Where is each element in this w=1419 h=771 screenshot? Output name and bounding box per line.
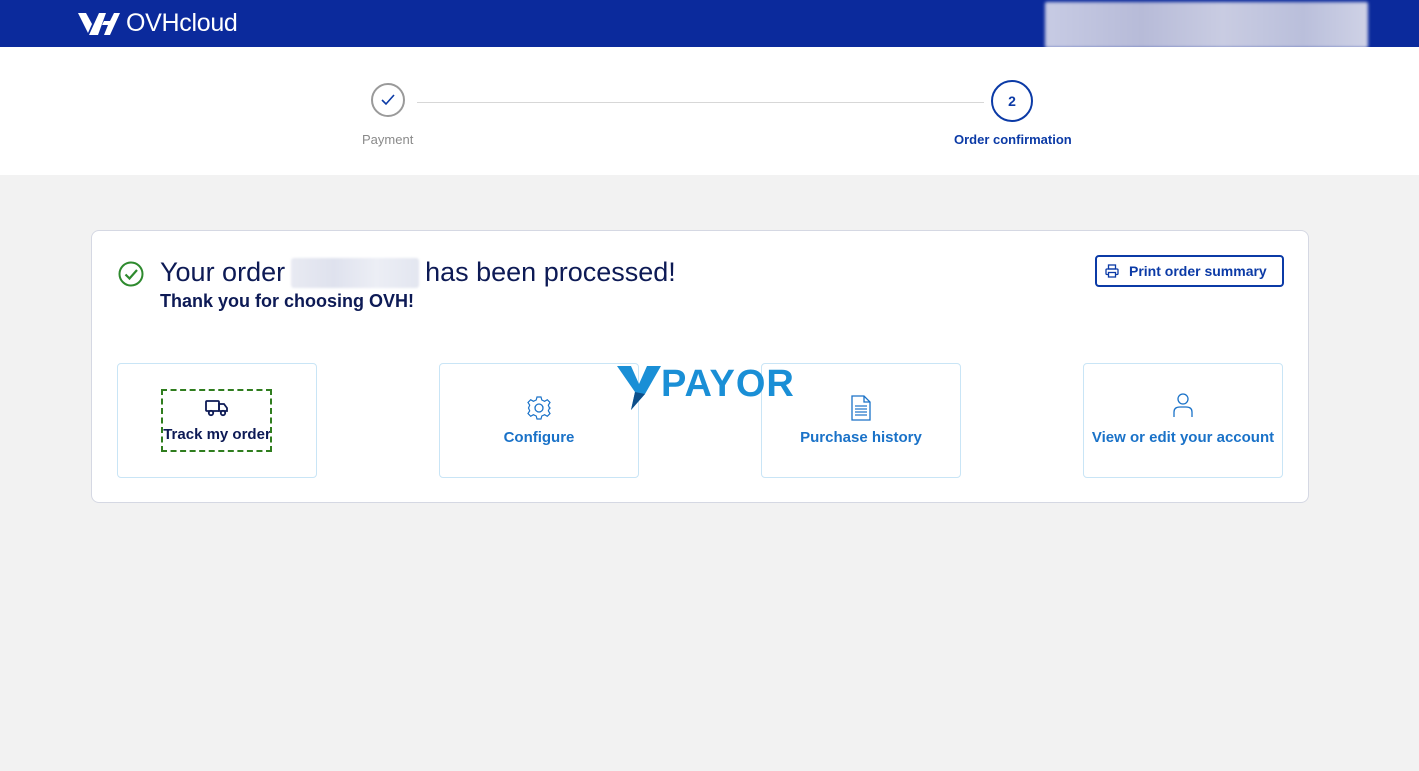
ovhcloud-logo[interactable]: OVHcloud bbox=[76, 9, 238, 38]
configure-label: Configure bbox=[503, 429, 575, 446]
view-edit-account-tile[interactable]: View or edit your account bbox=[1083, 363, 1283, 478]
title-suffix: has been processed! bbox=[425, 257, 676, 287]
focus-outline bbox=[161, 389, 272, 452]
step-confirmation-label: Order confirmation bbox=[954, 132, 1072, 147]
order-number-redacted bbox=[291, 257, 420, 288]
payor-watermark: PAYOR bbox=[617, 358, 795, 410]
user-icon bbox=[1173, 392, 1193, 417]
page-title: Your order has been processed! bbox=[160, 257, 676, 288]
brand-name: OVHcloud bbox=[126, 9, 238, 37]
order-stepper: Payment 2 Order confirmation bbox=[0, 47, 1419, 175]
track-order-tile[interactable]: Track my order bbox=[117, 363, 317, 478]
top-bar: OVHcloud bbox=[0, 0, 1419, 48]
watermark-text: PAYOR bbox=[661, 362, 795, 405]
printer-icon bbox=[1105, 264, 1119, 278]
ovh-logo-icon bbox=[78, 12, 120, 35]
step-confirmation-circle: 2 bbox=[991, 80, 1033, 122]
purchase-history-label: Purchase history bbox=[800, 429, 922, 446]
configure-tile[interactable]: Configure bbox=[439, 363, 639, 478]
print-order-summary-button[interactable]: Print order summary bbox=[1095, 255, 1284, 287]
thank-you-subtitle: Thank you for choosing OVH! bbox=[160, 291, 415, 311]
gear-icon bbox=[527, 396, 551, 420]
view-edit-account-label: View or edit your account bbox=[1091, 428, 1275, 446]
stepper-connector bbox=[417, 102, 984, 103]
step-payment-label: Payment bbox=[362, 132, 414, 147]
payor-logo-icon bbox=[617, 366, 661, 410]
user-account-area-redacted[interactable] bbox=[1045, 2, 1368, 48]
document-icon bbox=[851, 395, 871, 421]
checkmark-icon bbox=[381, 94, 395, 106]
step-payment-circle bbox=[371, 83, 405, 117]
step-number: 2 bbox=[1008, 93, 1016, 109]
success-check-icon bbox=[118, 261, 144, 287]
print-button-label: Print order summary bbox=[1129, 263, 1267, 279]
title-prefix: Your order bbox=[160, 257, 286, 287]
